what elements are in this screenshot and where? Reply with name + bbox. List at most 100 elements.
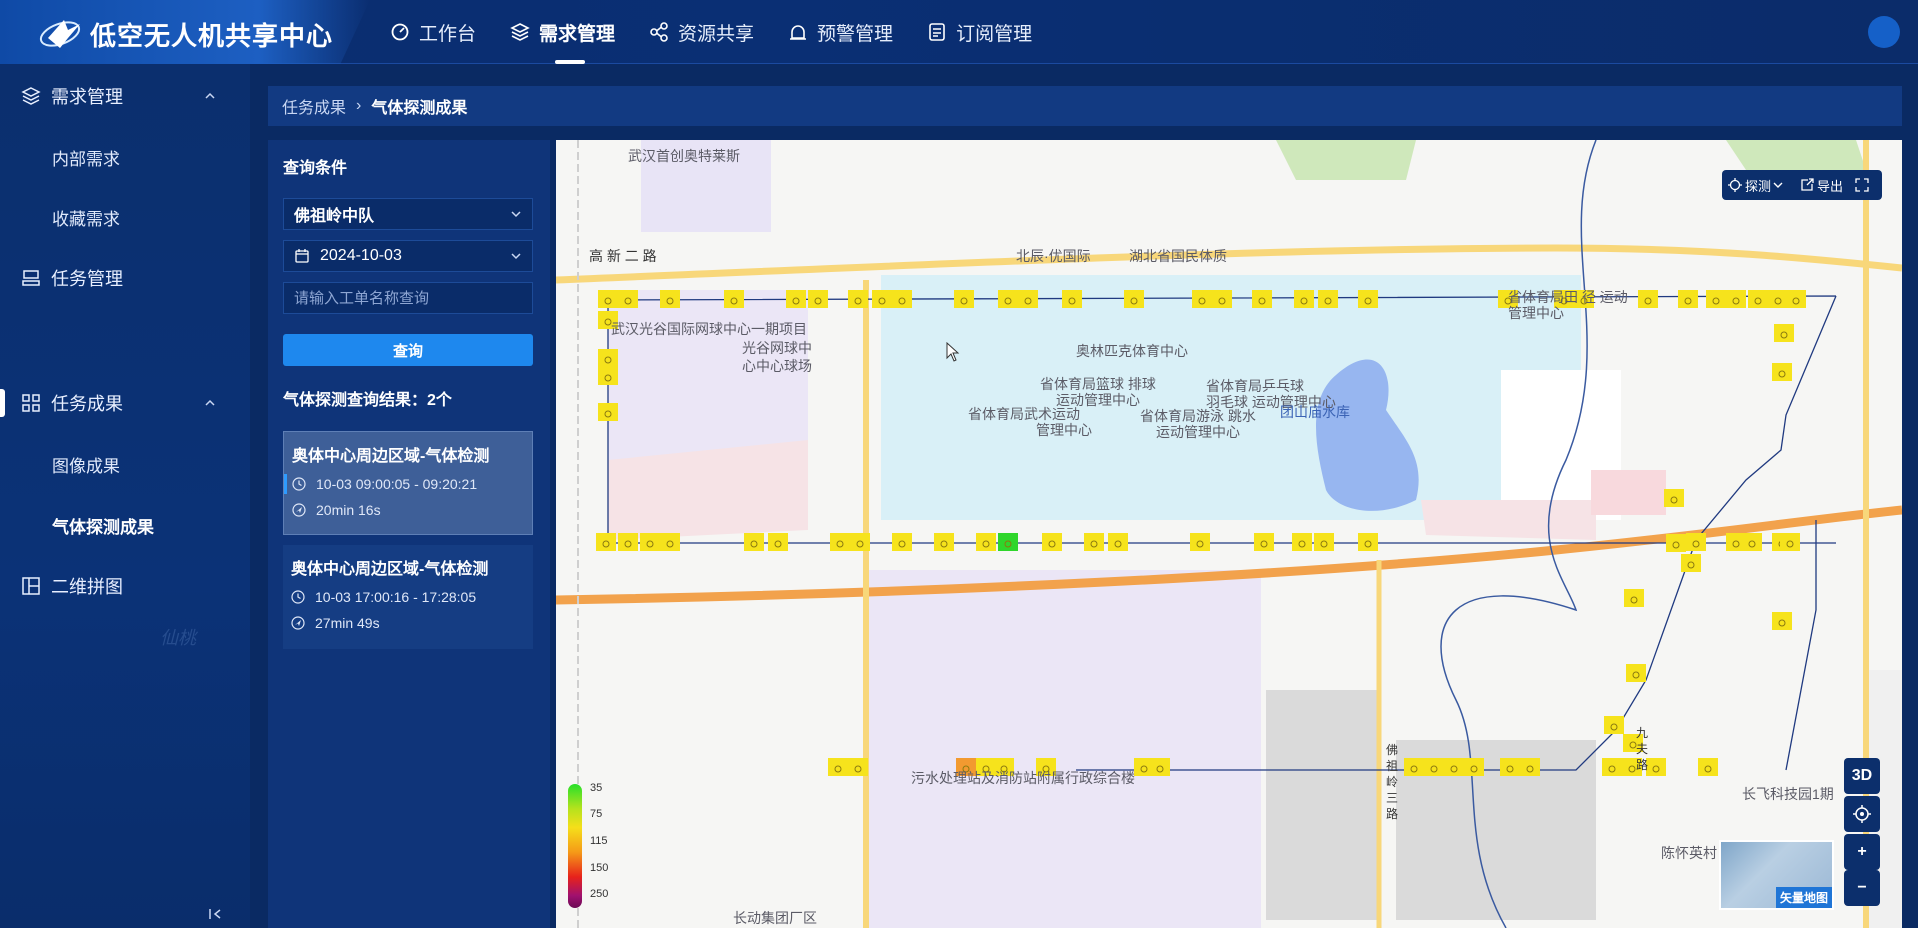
gas-sample-marker bbox=[1624, 589, 1644, 607]
gas-sample-marker bbox=[598, 403, 618, 421]
query-panel: 查询条件 佛祖岭中队 2024-10-03 查询 气体探测查询结果：2个 奥体中… bbox=[268, 140, 550, 928]
locate-icon bbox=[1853, 805, 1871, 823]
chevron-down-icon bbox=[511, 211, 521, 218]
basemap-switcher[interactable]: 矢量地图 bbox=[1719, 840, 1834, 910]
gas-sample-marker bbox=[976, 533, 996, 551]
legend-tick: 35 bbox=[590, 782, 603, 794]
sidebar-item-internal-demand[interactable]: 内部需求 bbox=[0, 132, 250, 182]
gas-sample-marker bbox=[1252, 290, 1272, 308]
gas-sample-marker bbox=[1062, 290, 1082, 308]
nav-subscription[interactable]: 订阅管理 bbox=[927, 0, 1032, 64]
gas-sample-marker bbox=[1314, 533, 1334, 551]
map-label: 佛 祖 岭 三 路 bbox=[1386, 743, 1399, 821]
gas-sample-marker bbox=[1192, 290, 1212, 308]
gas-sample-marker bbox=[1464, 758, 1484, 776]
sidebar-group-label: 需求管理 bbox=[51, 87, 123, 107]
breadcrumb: 任务成果 › 气体探测成果 bbox=[268, 86, 1902, 126]
date-picker[interactable]: 2024-10-03 bbox=[283, 240, 533, 272]
detect-button[interactable]: 探测 bbox=[1722, 176, 1794, 195]
gas-sample-marker bbox=[598, 349, 618, 367]
sidebar-item-image-results[interactable]: 图像成果 bbox=[0, 439, 250, 489]
sidebar-group-task[interactable]: 任务管理 bbox=[0, 253, 250, 303]
alarm-icon bbox=[790, 25, 807, 40]
map-label: 湖北省国民体质 bbox=[1129, 248, 1227, 264]
nav-alarm[interactable]: 预警管理 bbox=[788, 0, 893, 64]
gas-sample-layer bbox=[596, 290, 1806, 776]
result-card[interactable]: 奥体中心周边区域-气体检测 10-03 17:00:16 - 17:28:05 … bbox=[283, 545, 533, 649]
locate-button[interactable] bbox=[1844, 796, 1880, 832]
view-3d-button[interactable]: 3D bbox=[1844, 758, 1880, 794]
gas-sample-marker bbox=[598, 290, 618, 308]
map-label: 奥林匹克体育中心 bbox=[1076, 343, 1188, 359]
gas-sample-marker bbox=[1018, 290, 1038, 308]
nav-resource[interactable]: 资源共享 bbox=[649, 0, 754, 64]
sidebar-item-gas-results[interactable]: 气体探测成果 bbox=[0, 500, 250, 550]
sidebar-group-mosaic[interactable]: 二维拼图 bbox=[0, 561, 250, 611]
fullscreen-icon bbox=[1855, 178, 1869, 192]
gas-sample-marker bbox=[1748, 290, 1768, 308]
map-label: 光谷网球中 bbox=[742, 340, 812, 356]
gas-sample-marker bbox=[1786, 290, 1806, 308]
gas-sample-marker bbox=[1254, 533, 1274, 551]
map-toolbar: 探测 导出 bbox=[1722, 170, 1882, 200]
gas-sample-marker bbox=[848, 758, 868, 776]
gas-sample-marker bbox=[954, 290, 974, 308]
gas-sample-marker bbox=[1604, 716, 1624, 734]
gas-sample-marker bbox=[768, 533, 788, 551]
gas-sample-marker bbox=[1698, 758, 1718, 776]
zoom-out-button[interactable]: − bbox=[1844, 870, 1880, 906]
export-label: 导出 bbox=[1817, 178, 1844, 194]
nav-demand[interactable]: 需求管理 bbox=[510, 0, 615, 64]
gas-sample-marker bbox=[596, 533, 616, 551]
breadcrumb-parent[interactable]: 任务成果 bbox=[282, 94, 346, 118]
user-avatar[interactable] bbox=[1868, 16, 1900, 48]
gas-sample-marker bbox=[786, 290, 806, 308]
legend-tick: 75 bbox=[590, 808, 603, 820]
map-label: 运动管理中心 bbox=[1156, 424, 1240, 440]
result-title: 奥体中心周边区域-气体检测 bbox=[291, 561, 489, 578]
export-icon bbox=[1801, 178, 1814, 191]
mouse-cursor-icon bbox=[946, 342, 960, 362]
gas-sample-marker bbox=[830, 533, 850, 551]
fullscreen-button[interactable] bbox=[1849, 178, 1878, 192]
gas-sample-marker bbox=[1678, 290, 1698, 308]
breadcrumb-current: 气体探测成果 bbox=[371, 100, 468, 117]
gas-sample-marker bbox=[1358, 533, 1378, 551]
mosaic-icon bbox=[22, 577, 40, 595]
nav-workbench[interactable]: 工作台 bbox=[390, 0, 476, 64]
legend-color-bar bbox=[568, 784, 582, 908]
dashboard-icon bbox=[391, 23, 409, 41]
gas-sample-marker bbox=[598, 367, 618, 385]
team-select[interactable]: 佛祖岭中队 bbox=[283, 198, 533, 230]
team-select-value: 佛祖岭中队 bbox=[294, 208, 375, 225]
result-card[interactable]: 奥体中心周边区域-气体检测 10-03 09:00:05 - 09:20:21 … bbox=[283, 431, 533, 535]
sidebar-item-label: 气体探测成果 bbox=[52, 517, 154, 537]
result-time-row: 10-03 09:00:05 - 09:20:21 bbox=[292, 476, 524, 492]
sidebar-group-demand[interactable]: 需求管理 bbox=[0, 71, 250, 121]
sidebar-group-results[interactable]: 任务成果 bbox=[0, 378, 250, 428]
sidebar-item-label: 内部需求 bbox=[52, 149, 120, 169]
gas-sample-marker bbox=[1294, 290, 1314, 308]
gas-sample-marker bbox=[1772, 363, 1792, 381]
logo-area: 低空无人机共享中心 bbox=[0, 0, 370, 64]
gas-sample-marker bbox=[1318, 290, 1338, 308]
gas-sample-marker bbox=[998, 290, 1018, 308]
legend-tick: 150 bbox=[590, 862, 609, 874]
drone-logo-icon bbox=[39, 20, 81, 48]
export-button[interactable]: 导出 bbox=[1794, 176, 1849, 195]
order-search-input[interactable] bbox=[283, 282, 533, 314]
gas-sample-marker bbox=[1686, 533, 1706, 551]
map-label: 武汉首创奥特莱斯 bbox=[628, 148, 740, 164]
chevron-up-icon bbox=[205, 92, 215, 99]
gas-sample-marker bbox=[640, 533, 660, 551]
gas-sample-marker bbox=[1424, 758, 1444, 776]
query-button[interactable]: 查询 bbox=[283, 334, 533, 366]
sidebar-item-favorite-demand[interactable]: 收藏需求 bbox=[0, 192, 250, 242]
map-view[interactable]: 武汉首创奥特莱斯 高 新 二 路 北辰·优国际 湖北省国民体质 武汉光谷国际网球… bbox=[556, 140, 1902, 928]
result-count: 气体探测查询结果：2个 bbox=[283, 392, 452, 409]
zoom-in-button[interactable]: + bbox=[1844, 834, 1880, 870]
result-duration: 27min 49s bbox=[315, 615, 380, 631]
collapse-sidebar-icon[interactable] bbox=[208, 906, 224, 922]
gas-sample-marker bbox=[892, 533, 912, 551]
result-duration: 20min 16s bbox=[316, 502, 381, 518]
